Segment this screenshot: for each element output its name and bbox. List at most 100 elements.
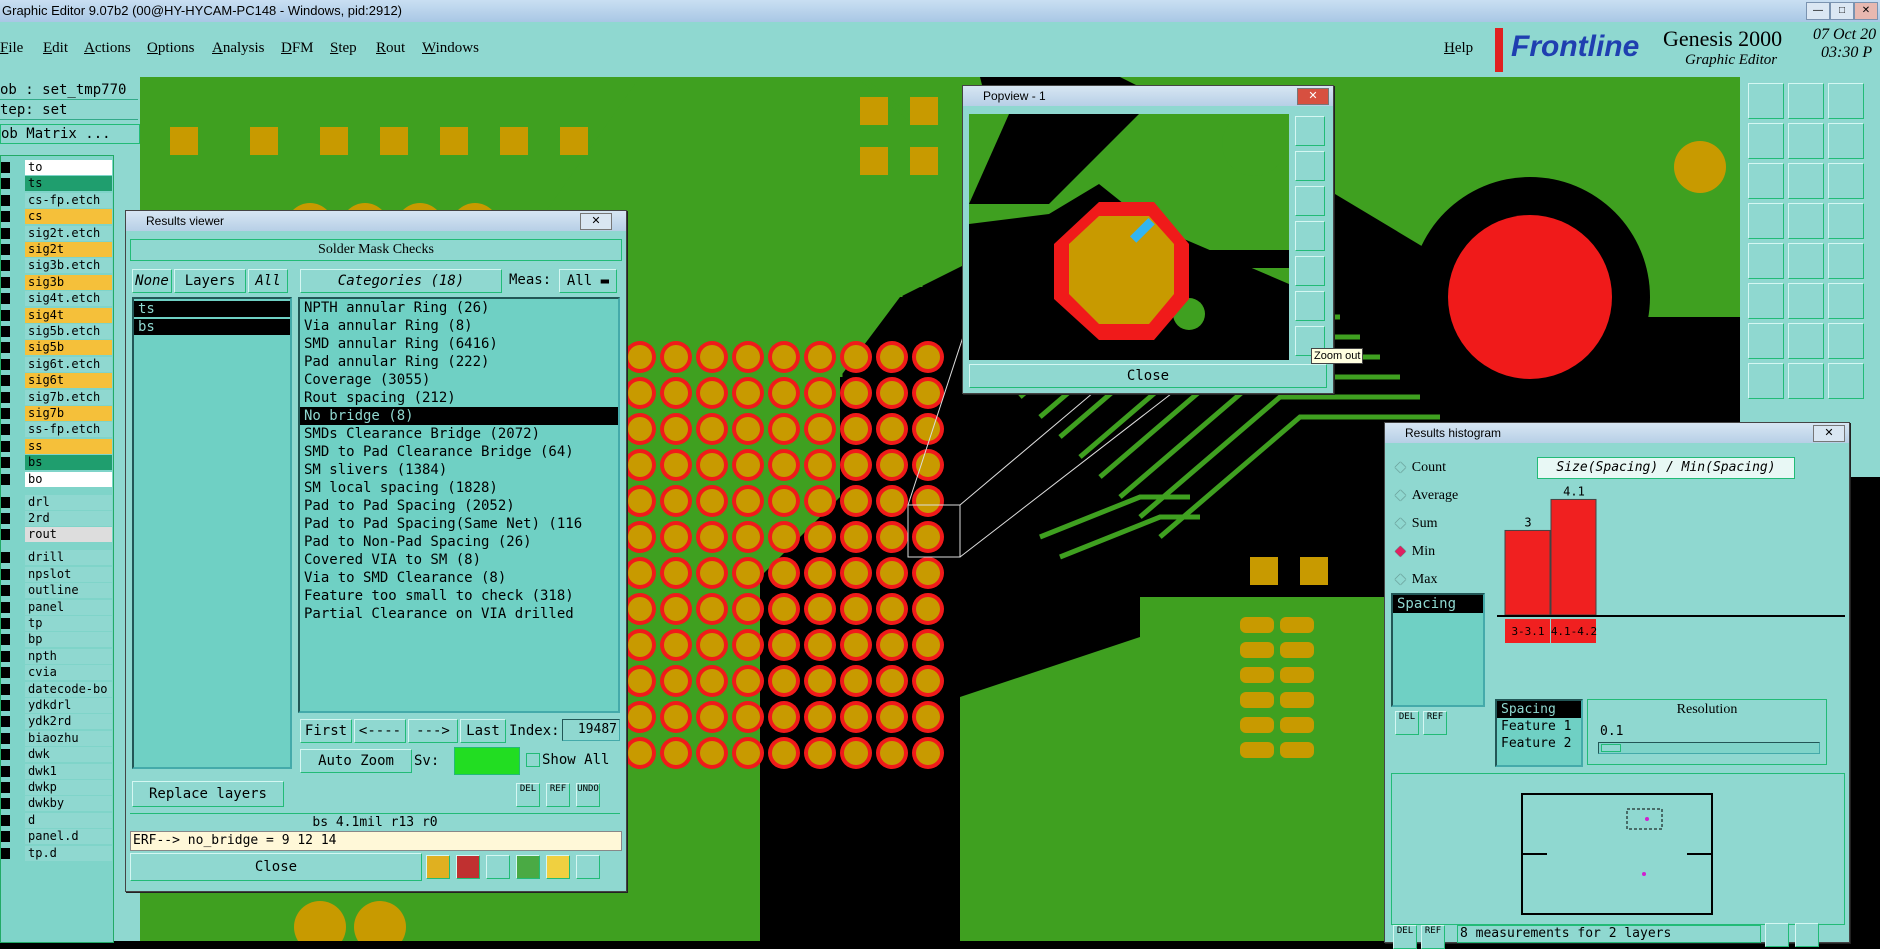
layer-row[interactable]: bs xyxy=(1,455,112,471)
histogram-bar[interactable] xyxy=(1550,498,1597,616)
tool-button[interactable] xyxy=(1828,243,1864,279)
layer-checkbox[interactable] xyxy=(1,667,10,679)
layer-row[interactable]: sig7b.etch xyxy=(1,389,112,405)
tool-button[interactable] xyxy=(1828,123,1864,159)
category-item[interactable]: Pad to Pad Spacing (2052) xyxy=(300,497,618,515)
menu-windows[interactable]: Windows xyxy=(422,40,479,57)
layer-checkbox[interactable] xyxy=(1,513,10,524)
menu-dfm[interactable]: DFM xyxy=(281,40,314,57)
layer-checkbox[interactable] xyxy=(1,326,10,337)
pan-up-icon[interactable] xyxy=(1295,151,1325,181)
minimize-button[interactable]: — xyxy=(1806,2,1830,20)
layer-checkbox[interactable] xyxy=(1,293,10,305)
layer-row[interactable]: npth xyxy=(1,648,112,664)
layer-checkbox[interactable] xyxy=(1,440,10,452)
job-matrix-button[interactable]: ob Matrix ... xyxy=(0,124,140,144)
mode-option[interactable]: ◆ Count xyxy=(1395,459,1446,476)
layer-row[interactable]: rout xyxy=(1,527,112,543)
layer-row[interactable]: sig5b.etch xyxy=(1,324,112,339)
layer-row[interactable]: ydk2rd xyxy=(1,714,112,730)
category-item[interactable]: SMD to Pad Clearance Bridge (64) xyxy=(300,443,618,461)
field-item[interactable]: Spacing xyxy=(1497,701,1581,718)
tool-button[interactable] xyxy=(1748,363,1784,399)
close-button[interactable]: Close xyxy=(130,853,422,881)
menu-analysis[interactable]: Analysis xyxy=(212,40,265,57)
zoom-in-icon[interactable] xyxy=(1295,291,1325,321)
menu-actions[interactable]: Actions xyxy=(84,40,131,57)
layer-row[interactable]: cs-fp.etch xyxy=(1,192,112,208)
category-item[interactable]: NPTH annular Ring (26) xyxy=(300,299,618,317)
layer-checkbox[interactable] xyxy=(1,194,10,206)
popview-canvas[interactable] xyxy=(969,114,1289,360)
layer-row[interactable]: sig6t.etch xyxy=(1,356,112,372)
category-item[interactable]: Via to SMD Clearance (8) xyxy=(300,569,618,587)
list-item[interactable]: Spacing xyxy=(1393,595,1483,613)
zoom-fit-icon[interactable] xyxy=(1295,116,1325,146)
resolution-slider[interactable] xyxy=(1598,742,1820,754)
layer-checkbox[interactable] xyxy=(1,782,10,793)
layer-checkbox[interactable] xyxy=(1,178,10,190)
layer-row[interactable]: cs xyxy=(1,209,112,225)
layer-checkbox[interactable] xyxy=(1,424,10,436)
layer-checkbox[interactable] xyxy=(1,260,10,272)
layer-checkbox[interactable] xyxy=(1,457,10,469)
layer-checkbox[interactable] xyxy=(1,408,10,419)
layer-checkbox[interactable] xyxy=(1,375,10,387)
first-button[interactable]: First xyxy=(300,719,352,743)
tool-button[interactable] xyxy=(1828,283,1864,319)
fields-list[interactable]: Spacing Feature 1 Feature 2 xyxy=(1495,699,1583,767)
popview-close-button[interactable]: Close xyxy=(969,364,1327,388)
job-field[interactable]: ob : set_tmp770 xyxy=(0,81,138,100)
layer-checkbox[interactable] xyxy=(1,568,10,580)
pan-right-icon[interactable] xyxy=(1295,256,1325,286)
pan-left-icon[interactable] xyxy=(1295,221,1325,251)
layer-row[interactable]: ts xyxy=(1,176,112,192)
layer-row[interactable]: sig2t.etch xyxy=(1,225,112,241)
tool-button[interactable] xyxy=(1748,123,1784,159)
auto-zoom-select[interactable]: Auto Zoom xyxy=(300,749,412,773)
tool-button[interactable] xyxy=(1748,243,1784,279)
layer-checkbox[interactable] xyxy=(1,473,10,485)
category-item[interactable]: Rout spacing (212) xyxy=(300,389,618,407)
tool-button[interactable] xyxy=(1828,203,1864,239)
layer-checkbox[interactable] xyxy=(1,716,10,728)
close-icon[interactable]: ✕ xyxy=(580,213,612,230)
refresh-icon[interactable]: REF xyxy=(546,783,570,807)
layer-checkbox[interactable] xyxy=(1,847,10,859)
table-icon[interactable] xyxy=(1795,923,1819,947)
layer-checkbox[interactable] xyxy=(1,765,10,777)
layer-row[interactable]: sig3b xyxy=(1,274,112,290)
layer-row[interactable]: d xyxy=(1,812,112,828)
histogram-list[interactable]: Spacing xyxy=(1391,593,1485,707)
layer-row[interactable]: sig7b xyxy=(1,406,112,421)
pan-down-icon[interactable] xyxy=(1295,186,1325,216)
tool-button[interactable] xyxy=(1748,83,1784,119)
layer-row[interactable]: drill xyxy=(1,550,112,566)
layer-checkbox[interactable] xyxy=(1,749,10,761)
layer-row[interactable]: sig2t xyxy=(1,242,112,257)
layer-checkbox[interactable] xyxy=(1,309,10,321)
radio-icon[interactable]: ◆ xyxy=(1395,572,1406,587)
layer-row[interactable]: dwkp xyxy=(1,780,112,795)
prev-button[interactable]: <---- xyxy=(354,719,406,743)
layer-row[interactable]: datecode-bo xyxy=(1,681,112,697)
categories-button[interactable]: Categories (18) xyxy=(300,269,502,293)
category-item[interactable]: No bridge (8) xyxy=(300,407,618,425)
layer-checkbox[interactable] xyxy=(1,227,10,239)
slider-handle[interactable] xyxy=(1601,744,1621,752)
category-item[interactable]: SM slivers (1384) xyxy=(300,461,618,479)
layer-row[interactable]: sig6t xyxy=(1,373,112,389)
menu-step[interactable]: Step xyxy=(330,40,357,57)
layer-row[interactable]: cvia xyxy=(1,665,112,681)
show-all-checkbox[interactable] xyxy=(526,753,540,767)
layer-checkbox[interactable] xyxy=(1,814,10,826)
layer-row[interactable]: dwkby xyxy=(1,796,112,812)
menu-rout[interactable]: Rout xyxy=(376,40,405,57)
layer-checkbox[interactable] xyxy=(1,585,10,597)
layer-row[interactable]: ydkdrl xyxy=(1,698,112,713)
layer-checkbox[interactable] xyxy=(1,244,10,255)
tool-button[interactable] xyxy=(1788,363,1824,399)
category-item[interactable]: Feature too small to check (318) xyxy=(300,587,618,605)
layer-row[interactable]: biaozhu xyxy=(1,730,112,746)
close-icon[interactable]: ✕ xyxy=(1297,88,1329,105)
